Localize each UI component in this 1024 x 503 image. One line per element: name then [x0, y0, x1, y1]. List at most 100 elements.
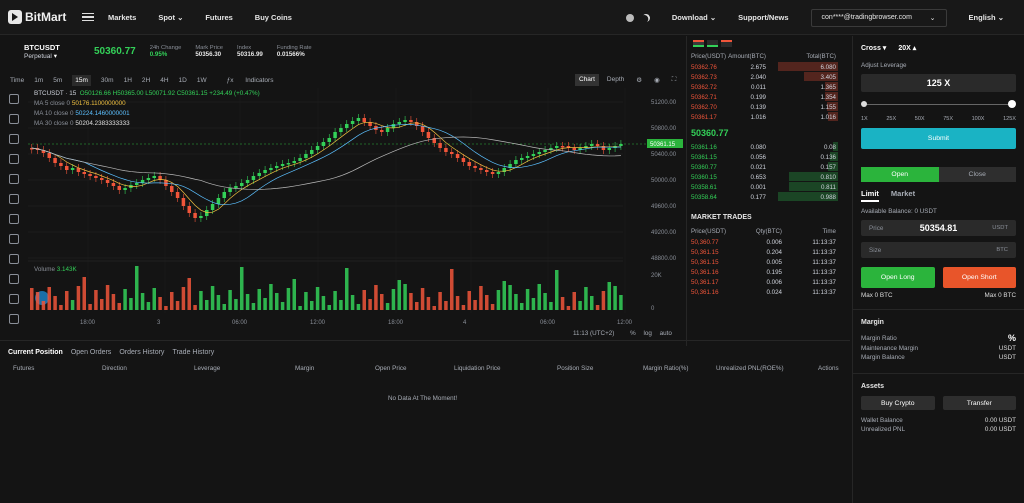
interval-30m[interactable]: 30m [101, 77, 114, 84]
interval-2h[interactable]: 2H [142, 77, 150, 84]
candle [473, 166, 477, 168]
candle [409, 120, 413, 122]
ask-row[interactable]: 50362.71 0.199 1.354 [687, 92, 850, 102]
bid-row[interactable]: 50360.15 0.653 0.810 [687, 172, 850, 182]
ask-row[interactable]: 50362.76 2.675 6.080 [687, 62, 850, 72]
legend-ma10: MA 10 close 0 [34, 110, 74, 117]
tab-trade-history[interactable]: Trade History [172, 349, 214, 356]
percent-toggle[interactable]: % [630, 330, 636, 337]
nav-buy-coins[interactable]: Buy Coins [255, 13, 292, 22]
candle [222, 192, 226, 198]
chart-view-toggle: Chart Depth ⚙ ◉ ⛶ [575, 74, 680, 86]
interval-1w[interactable]: 1W [197, 77, 207, 84]
bid-row[interactable]: 50360.77 0.021 0.157 [687, 162, 850, 172]
crosshair-icon[interactable] [9, 94, 19, 104]
margin-mode-select[interactable]: Cross ▾ [861, 44, 886, 52]
chart-tab[interactable]: Chart [575, 74, 599, 86]
ask-row[interactable]: 50361.17 1.016 1.016 [687, 112, 850, 122]
trendline-icon[interactable] [9, 114, 19, 124]
book-bids-icon[interactable] [707, 40, 718, 47]
pair-selector[interactable]: BTCUSDT Perpetual ▾ [24, 43, 94, 60]
open-tab[interactable]: Open [861, 167, 939, 182]
bid-row[interactable]: 50358.61 0.001 0.811 [687, 182, 850, 192]
ask-row[interactable]: 50362.70 0.139 1.155 [687, 102, 850, 112]
interval-5m[interactable]: 5m [53, 77, 62, 84]
account-menu[interactable]: con****@tradingbrowser.com ⌄ [810, 8, 947, 27]
pitchfork-icon[interactable] [9, 134, 19, 144]
lock-icon[interactable] [9, 314, 19, 324]
magnet-icon[interactable] [9, 294, 19, 304]
stat-24h-change: 24h Change 0.95% [149, 44, 182, 58]
tab-current-position[interactable]: Current Position [8, 349, 63, 356]
leverage-input[interactable]: 125 X [861, 74, 1016, 92]
candle [455, 154, 460, 158]
settings-icon[interactable]: ⚙ [632, 74, 646, 86]
language-menu[interactable]: English ⌄ [969, 13, 1004, 22]
interval-15m[interactable]: 15m [72, 74, 91, 86]
open-short-button[interactable]: Open Short [942, 267, 1016, 288]
camera-icon[interactable]: ◉ [650, 74, 664, 86]
buy-crypto-button[interactable]: Buy Crypto [861, 396, 935, 410]
volume-bar [111, 294, 116, 310]
download-menu[interactable]: Download ⌄ [672, 13, 716, 22]
ask-row[interactable]: 50362.73 2.040 3.405 [687, 72, 850, 82]
bid-row[interactable]: 50361.16 0.080 0.08 [687, 142, 850, 152]
bitmart-logo[interactable]: BitMart [8, 10, 68, 24]
auto-toggle[interactable]: auto [660, 330, 672, 337]
menu-icon[interactable] [82, 12, 94, 22]
submit-leverage-button[interactable]: Submit [861, 128, 1016, 149]
volume-bar [356, 304, 361, 310]
support-news-link[interactable]: Support/News [738, 13, 788, 22]
transfer-button[interactable]: Transfer [942, 396, 1016, 410]
legend-ohlc: O50126.66 H50365.00 L50071.92 C50361.15 … [79, 90, 260, 97]
ask-row[interactable]: 50362.72 0.011 1.365 [687, 82, 850, 92]
fib-icon[interactable] [9, 214, 19, 224]
sun-icon[interactable] [625, 13, 634, 22]
zoom-icon[interactable] [9, 274, 19, 284]
tab-orders-history[interactable]: Orders History [119, 349, 164, 356]
brush-icon[interactable] [9, 154, 19, 164]
volume-bar [251, 303, 256, 310]
close-tab[interactable]: Close [938, 167, 1016, 182]
candle [105, 180, 110, 183]
moon-icon[interactable] [640, 12, 651, 23]
book-asks-icon[interactable] [721, 40, 732, 47]
candle [619, 144, 623, 146]
volume-bar [543, 293, 547, 310]
slider-handle[interactable] [1008, 100, 1016, 108]
pattern-icon[interactable] [9, 194, 19, 204]
slider-start-handle[interactable] [861, 101, 867, 107]
fullscreen-icon[interactable]: ⛶ [668, 74, 681, 86]
volume-bar [117, 303, 121, 310]
leverage-select[interactable]: 20X ▴ [898, 44, 916, 52]
size-input[interactable]: Size BTC [861, 242, 1016, 258]
legend-ma30: MA 30 close 0 [34, 120, 74, 127]
text-icon[interactable] [9, 174, 19, 184]
indicators-button[interactable]: ƒx Indicators [217, 77, 274, 84]
bid-row[interactable]: 50358.64 0.177 0.988 [687, 192, 850, 202]
tab-market[interactable]: Market [891, 189, 915, 202]
interval-time[interactable]: Time [10, 77, 24, 84]
interval-1d[interactable]: 1D [179, 77, 187, 84]
depth-tab[interactable]: Depth [603, 74, 628, 86]
tab-open-orders[interactable]: Open Orders [71, 349, 111, 356]
book-both-icon[interactable] [693, 40, 704, 47]
candle [356, 118, 361, 121]
emoji-icon[interactable] [9, 234, 19, 244]
candle [70, 168, 75, 170]
open-long-button[interactable]: Open Long [861, 267, 935, 288]
leverage-slider[interactable] [861, 96, 1016, 116]
bid-row[interactable]: 50361.15 0.056 0.136 [687, 152, 850, 162]
interval-1m[interactable]: 1m [34, 77, 43, 84]
log-toggle[interactable]: log [643, 330, 651, 337]
nav-markets[interactable]: Markets [108, 13, 136, 22]
leverage-marks: 1X 25X 50X 75X 100X 125X [861, 116, 1016, 122]
ruler-icon[interactable] [9, 254, 19, 264]
price-input[interactable]: Price 50354.81 USDT [861, 220, 1016, 236]
candle [111, 183, 116, 186]
interval-1h[interactable]: 1H [124, 77, 132, 84]
nav-spot[interactable]: Spot ⌄ [158, 13, 183, 22]
nav-futures[interactable]: Futures [205, 13, 233, 22]
tab-limit[interactable]: Limit [861, 189, 879, 202]
interval-4h[interactable]: 4H [160, 77, 168, 84]
